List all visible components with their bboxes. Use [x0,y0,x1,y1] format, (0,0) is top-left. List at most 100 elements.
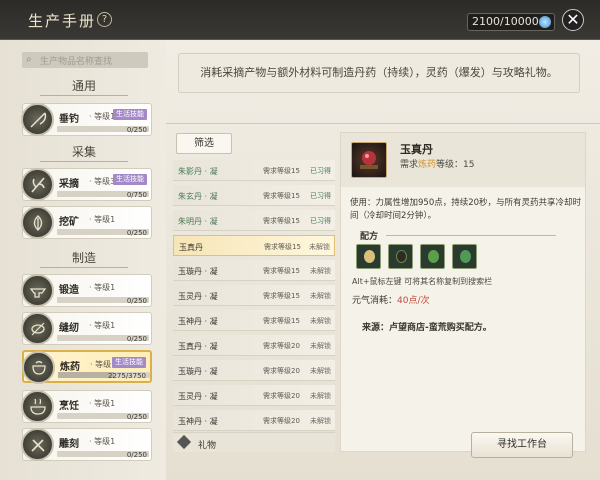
currency-value: 2100/10000 [472,15,539,28]
skill-picking[interactable]: 采摘 · 等级3 生活技能 0/750 [21,168,152,201]
window-title: 生产手册 [28,12,97,30]
recipe-row[interactable]: 玉璇丹 · 凝 需求等级20 未解锁 [173,360,335,381]
gift-category[interactable]: 礼物 [173,432,335,452]
recipe-row[interactable]: 朱明丹 · 凝 需求等级15 已习得 [173,210,335,231]
filter-button[interactable]: 筛选 [176,133,232,154]
recipe-row[interactable]: 朱影丹 · 凝 需求等级15 已习得 [173,160,335,181]
skill-exp: 0/250 [126,229,147,237]
formula-title: 配方 [350,229,556,242]
recipe-name: 玉神丹 · 凝 [178,317,218,326]
skill-name: 采摘 [59,179,79,190]
skill-alchemy[interactable]: 炼药 · 等级16 生活技能 2275/3750 [22,350,152,384]
find-workbench-button[interactable]: 寻找工作台 [471,432,573,458]
skill-name: 炼药 [60,362,80,373]
recipe-status: 未解锁 [310,292,331,300]
thread-icon [21,312,54,345]
recipe-requirement: 需求等级15 [263,167,300,175]
recipe-requirement: 需求等级15 [263,292,300,300]
recipe-name: 玉灵丹 · 凝 [178,392,218,401]
skill-name: 锻造 [59,285,79,296]
chisel-icon [21,428,54,461]
req-skill: 炼药 [418,160,437,170]
skill-exp: 0/250 [126,335,147,343]
gem-icon [539,16,551,28]
skill-exp-fill [58,372,114,378]
recipe-row[interactable]: 玉神丹 · 凝 需求等级15 未解锁 [173,310,335,331]
skill-level: · 等级1 [89,321,116,330]
pill-icon [351,142,387,178]
recipe-requirement: 需求等级20 [263,342,300,350]
recipe-status: 未解锁 [310,417,331,425]
herb-icon[interactable] [388,244,413,269]
help-icon[interactable]: ? [97,12,112,27]
bowl-icon [21,390,54,423]
skill-exp: 0/250 [126,126,147,134]
gift-label: 礼物 [198,441,217,451]
fishing-icon [21,103,54,136]
skill-name: 雕刻 [59,439,79,450]
skill-exp: 0/250 [126,451,147,459]
recipe-row[interactable]: 玉灵丹 · 凝 需求等级20 未解锁 [173,385,335,406]
seeds-icon[interactable] [356,244,381,269]
item-effect: 使用：力属性增加950点，持续20秒，与所有灵药共享冷却时间（冷却时间2分钟）。 [350,198,582,221]
recipe-name: 玉真丹 [179,243,203,252]
skill-name: 挖矿 [59,217,79,228]
recipe-requirement: 需求等级15 [263,217,300,225]
skill-sewing[interactable]: 缝纫 · 等级1 0/250 [21,312,152,345]
recipe-status: 未解锁 [309,243,330,251]
item-requirement: 需求炼药等级：15 [400,157,474,170]
skill-fishing[interactable]: 垂钓 · 等级1 生活技能 0/250 [21,103,152,136]
recipe-status: 未解锁 [310,392,331,400]
recipe-status: 已习得 [310,217,331,225]
skill-exp: 0/750 [126,191,147,199]
skill-tag: 生活技能 [113,109,147,120]
recipe-requirement: 需求等级15 [263,192,300,200]
recipe-row[interactable]: 玉神丹 · 凝 需求等级20 未解锁 [173,410,335,431]
close-button[interactable]: ✕ [562,9,584,31]
divider [166,123,600,124]
leaf-icon [21,206,54,239]
search-icon: ⌕ [26,54,32,65]
leaf-icon[interactable] [452,244,477,269]
gift-icon [176,434,192,450]
cauldron-icon [22,351,55,384]
item-name: 玉真丹 [400,143,433,156]
skill-level: · 等级1 [89,215,116,224]
section-header-general: 通用 [40,76,128,96]
skill-mining[interactable]: 挖矿 · 等级1 0/250 [21,206,152,239]
recipe-name: 玉灵丹 · 凝 [178,292,218,301]
recipe-row[interactable]: 玉真丹 · 凝 需求等级20 未解锁 [173,335,335,356]
recipe-requirement: 需求等级15 [263,317,300,325]
alt-click-hint: Alt+鼠标左键 可将其名称复制到搜索栏 [352,277,493,286]
recipe-name: 朱影丹 · 凝 [178,167,218,176]
recipe-status: 未解锁 [310,342,331,350]
formula-label: 配方 [360,232,379,242]
recipe-requirement: 需求等级15 [263,267,300,275]
skill-exp: 0/250 [126,413,147,421]
energy-cost: 元气消耗：40点/次 [352,293,430,306]
skill-name: 烹饪 [59,401,79,412]
skill-forging[interactable]: 锻造 · 等级1 0/250 [21,274,152,307]
leaf-icon[interactable] [420,244,445,269]
item-source: 来源：卢望商店-蛮荒购买配方。 [362,323,492,333]
anvil-icon [21,274,54,307]
recipe-requirement: 需求等级15 [264,243,301,251]
recipe-requirement: 需求等级20 [263,417,300,425]
skill-level: · 等级1 [89,437,116,446]
energy-value: 40点/次 [397,296,430,306]
skill-level: · 等级3 [89,177,116,186]
skill-cooking[interactable]: 烹饪 · 等级1 0/250 [21,390,152,423]
recipe-status: 未解锁 [310,317,331,325]
recipe-row[interactable]: 玉璇丹 · 凝 需求等级15 未解锁 [173,260,335,281]
recipe-requirement: 需求等级20 [263,392,300,400]
skill-carving[interactable]: 雕刻 · 等级1 0/250 [21,428,152,461]
search-input[interactable]: ⌕ 生产物品名称查找 [22,52,148,68]
recipe-row[interactable]: 玉灵丹 · 凝 需求等级15 未解锁 [173,285,335,306]
currency-display: 2100/10000 [467,13,555,31]
recipe-row[interactable]: 朱玄丹 · 凝 需求等级15 已习得 [173,185,335,206]
recipe-name: 朱明丹 · 凝 [178,217,218,226]
recipe-row[interactable]: 玉真丹 需求等级15 未解锁 [173,235,335,256]
recipe-name: 玉璇丹 · 凝 [178,267,218,276]
search-placeholder: 生产物品名称查找 [40,57,113,67]
section-header-crafting: 制造 [40,248,128,268]
